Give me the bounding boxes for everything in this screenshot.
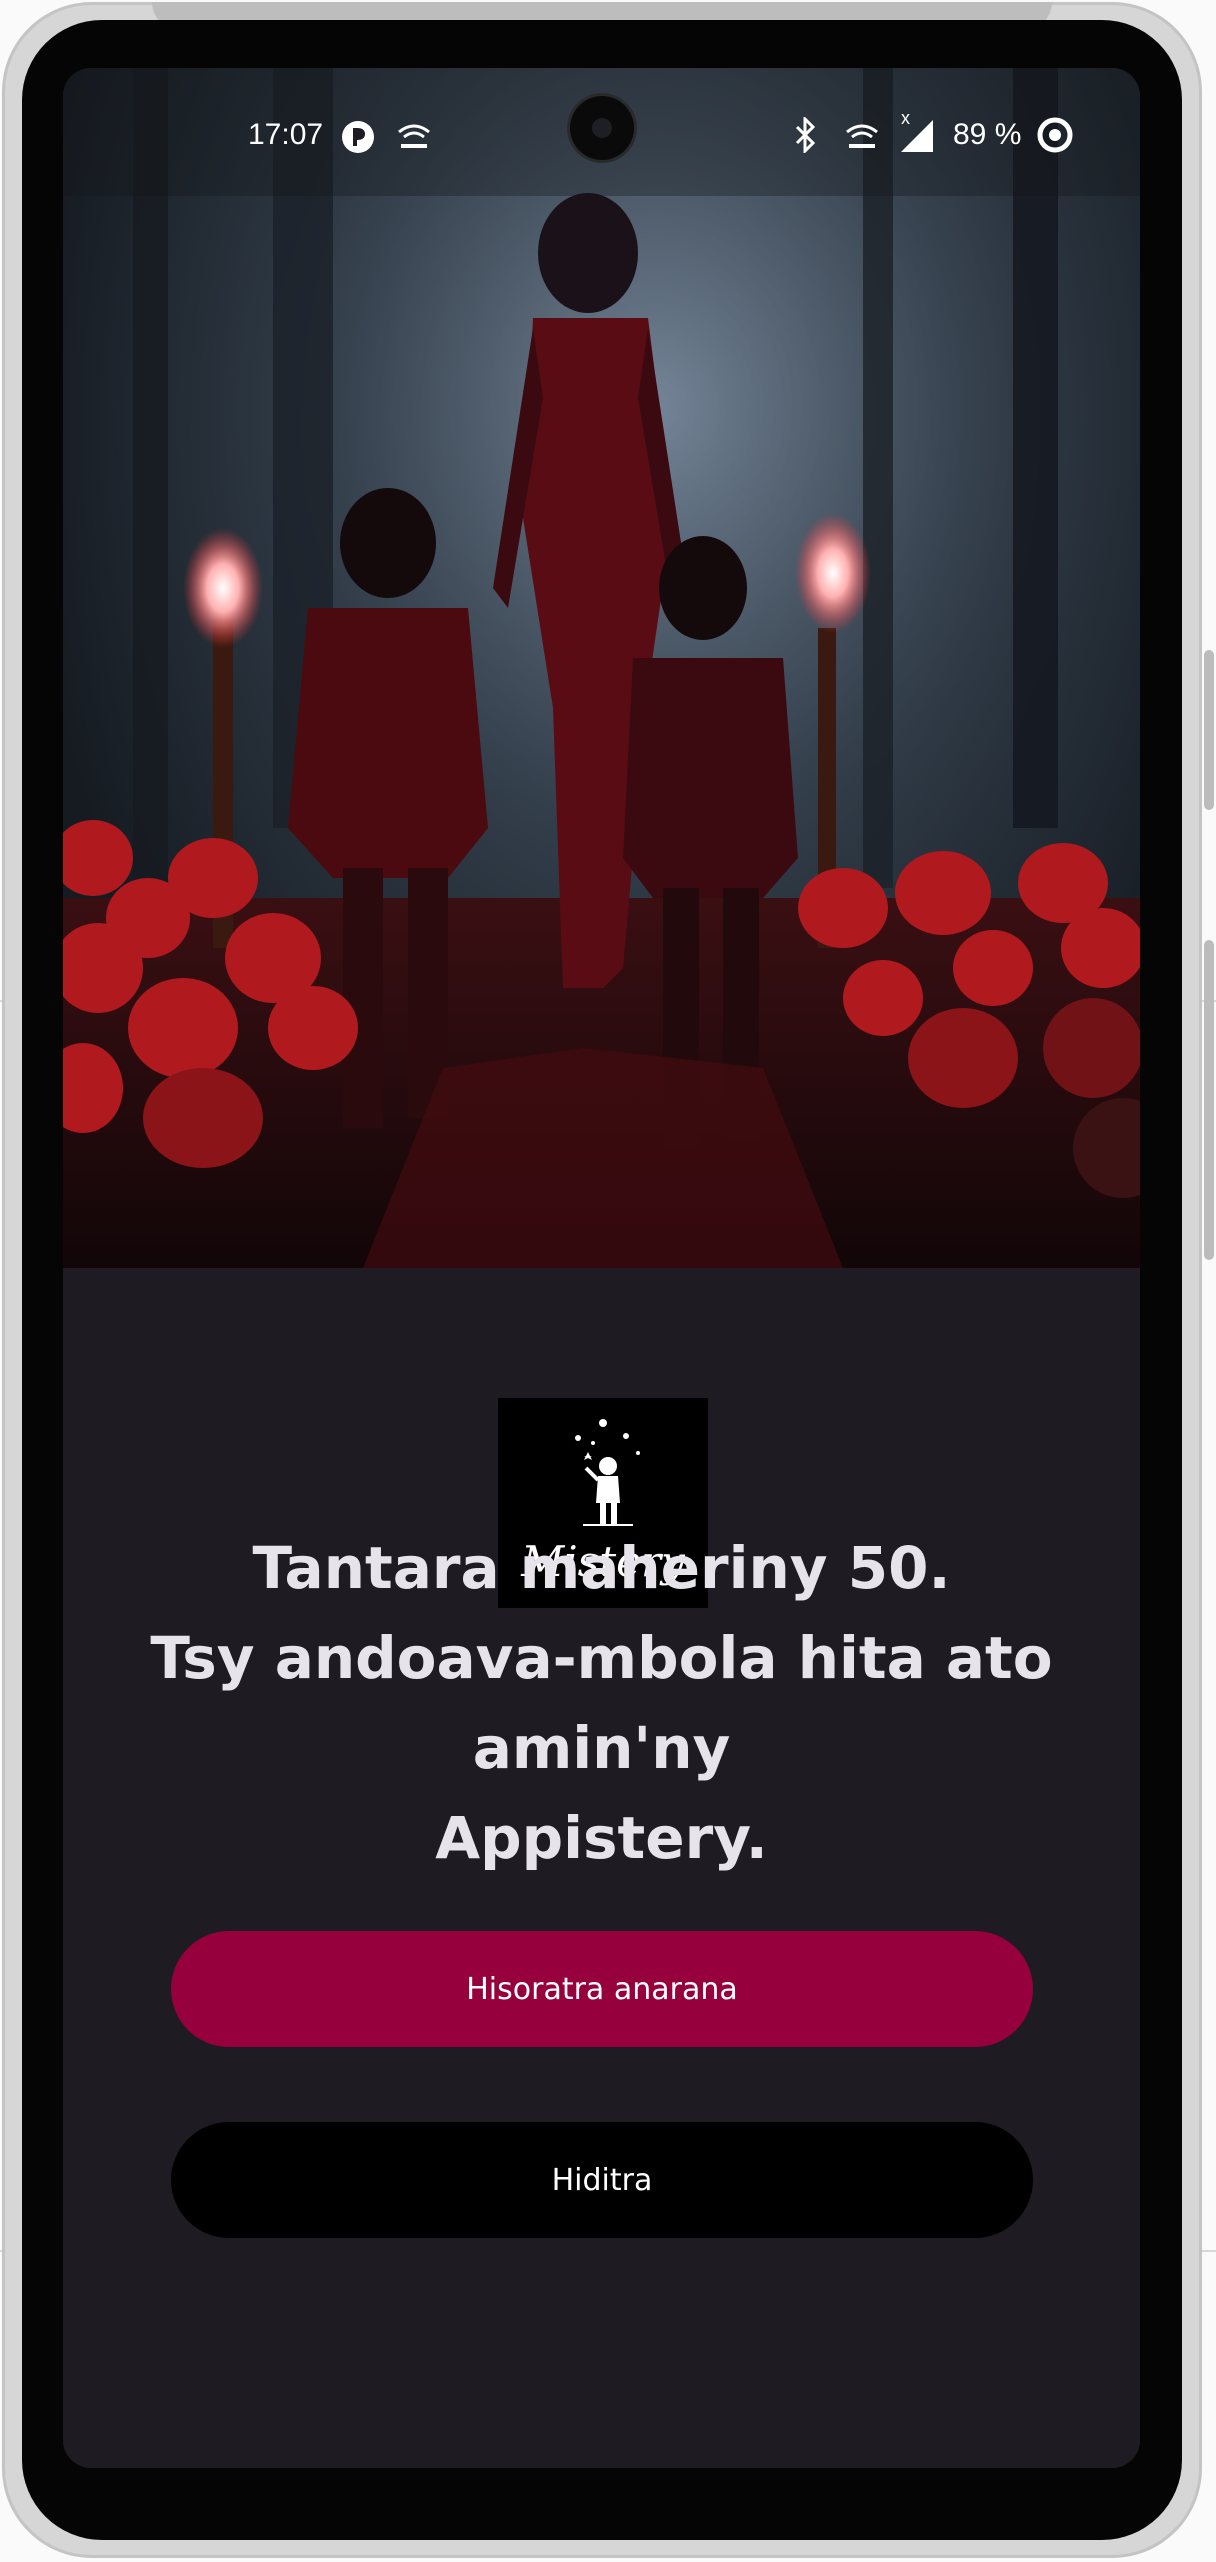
signal-icon: x: [897, 108, 937, 154]
register-button[interactable]: Hisoratra anarana: [171, 1931, 1033, 2047]
hotspot-icon: [843, 118, 881, 152]
power-button: [1204, 940, 1214, 1260]
headline-line: Tsy andoava-mbola hita ato amin'ny: [150, 1624, 1053, 1782]
notification-app-icon: [341, 120, 375, 154]
headline-line: Appistery.: [435, 1804, 768, 1872]
signal-marker: x: [901, 108, 910, 128]
headline: Tantara maheriny 50. Tsy andoava-mbola h…: [83, 1523, 1120, 1883]
bottom-bezel: [63, 2470, 1140, 2520]
battery-icon: [1036, 116, 1074, 154]
status-bar: 17:07 x 89 %: [63, 68, 1140, 196]
front-camera: [570, 96, 634, 160]
status-time: 17:07: [248, 118, 324, 151]
welcome-panel: Mistery Tantara maheriny 50. Tsy andoava…: [63, 1268, 1140, 2468]
hero-image: 17:07 x 89 %: [63, 68, 1140, 1268]
battery-text: 89 %: [953, 118, 1022, 151]
volume-button: [1204, 650, 1214, 810]
login-button[interactable]: Hiditra: [171, 2122, 1033, 2238]
hotspot-icon: [395, 118, 433, 152]
horror-illustration: [63, 68, 1140, 1268]
child-with-stars-icon: [575, 1419, 640, 1526]
phone-screen: 17:07 x 89 % Mistery Tantara maheriny 50…: [63, 68, 1140, 2468]
bluetooth-icon: [793, 117, 819, 153]
headline-line: Tantara maheriny 50.: [252, 1534, 951, 1602]
